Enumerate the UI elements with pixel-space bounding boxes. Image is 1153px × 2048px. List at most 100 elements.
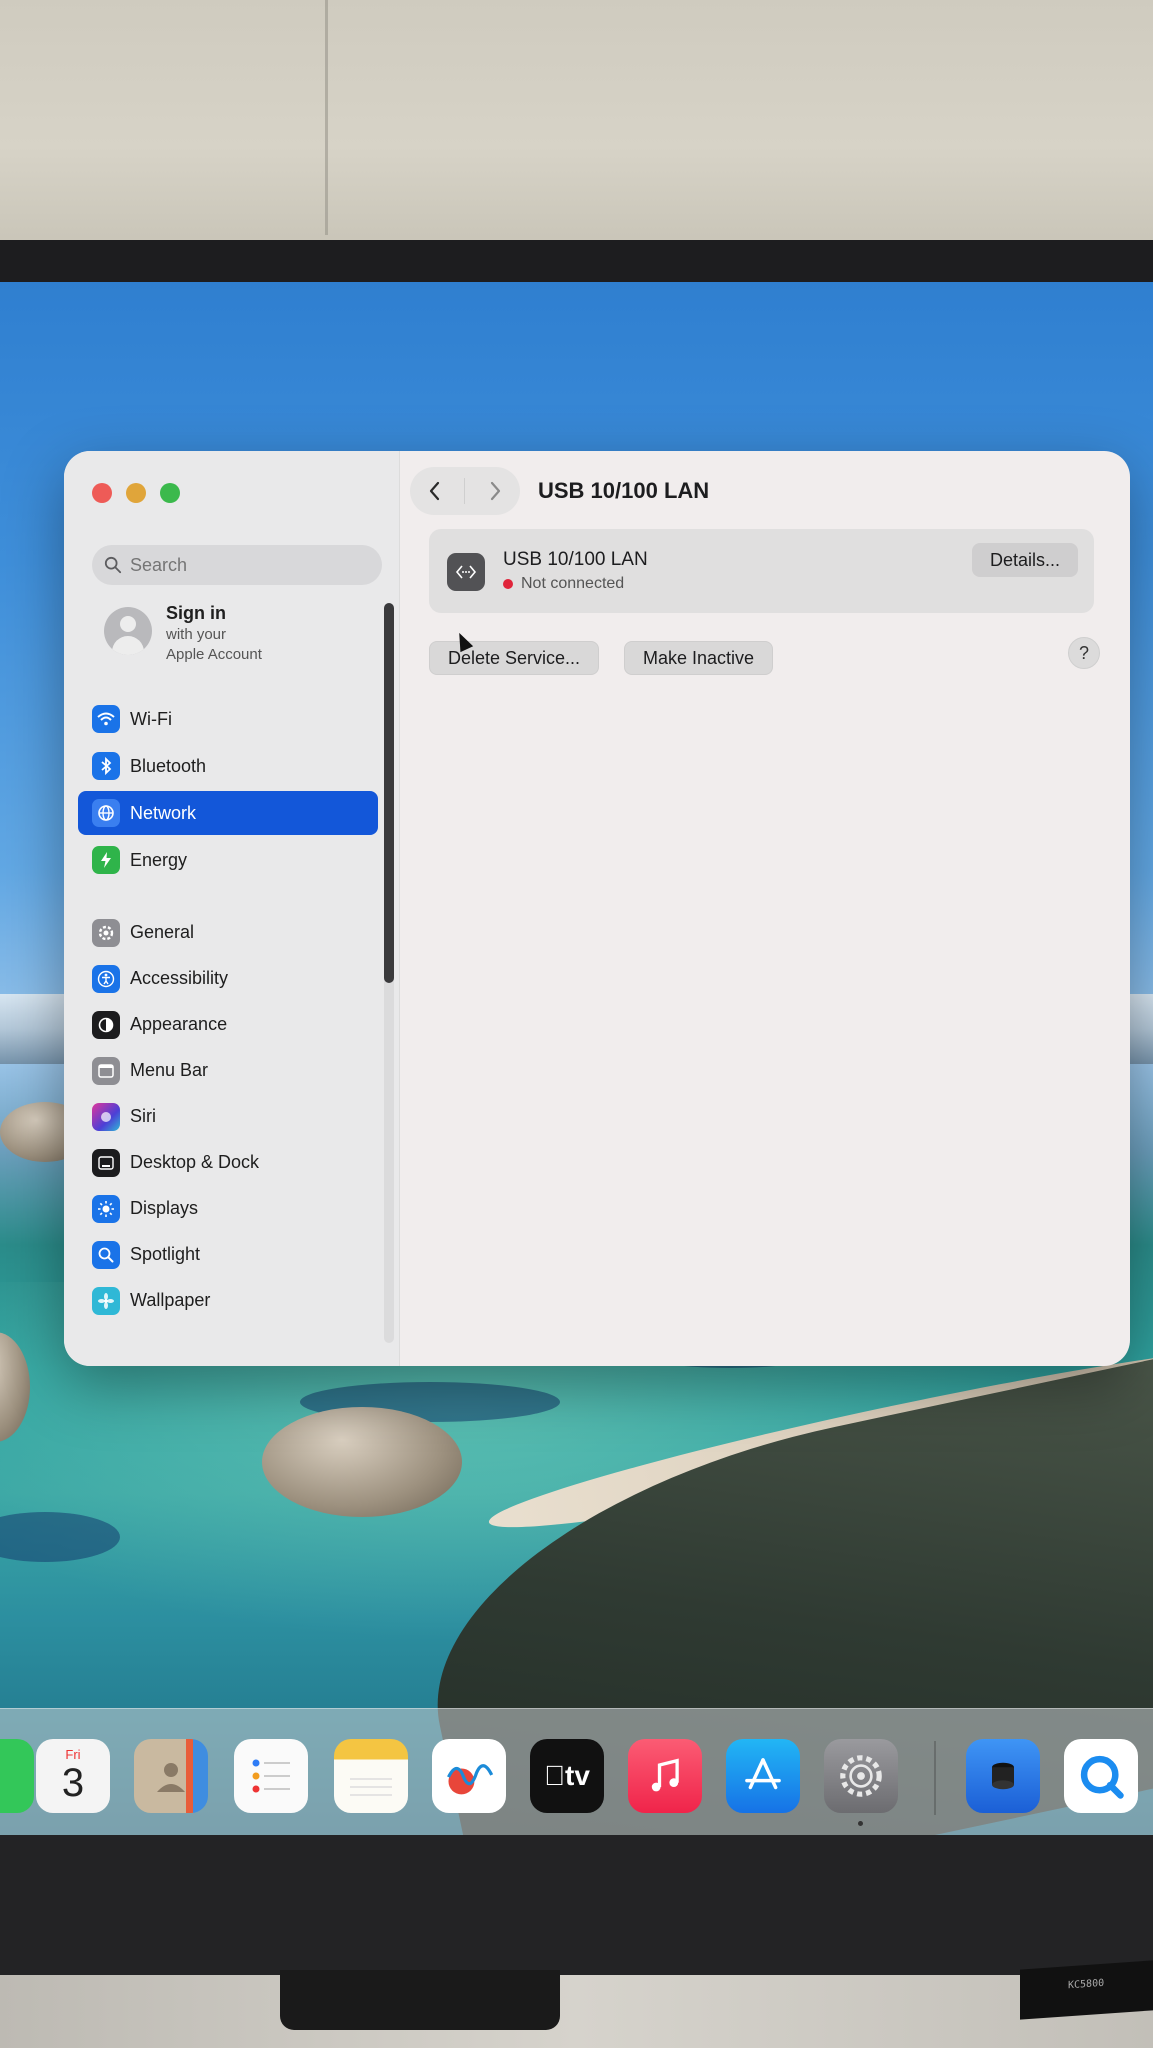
calendar-date: 3 <box>61 1761 85 1805</box>
window-title: USB 10/100 LAN <box>538 478 710 503</box>
sidebar-group-connectivity: Wi-Fi Bluetooth Network Energy <box>78 697 378 885</box>
sidebar-item-displays[interactable]: Displays <box>78 1187 378 1230</box>
help-button[interactable]: ? <box>1068 637 1100 669</box>
sidebar-item-spotlight[interactable]: Spotlight <box>78 1233 378 1276</box>
dock: Fri 3 tv <box>0 1708 1153 1838</box>
account-subtitle-2: Apple Account <box>166 646 262 663</box>
dock-app-app-store[interactable] <box>726 1739 800 1813</box>
menubar-icon <box>92 1056 120 1085</box>
sidebar-item-bluetooth[interactable]: Bluetooth <box>78 744 378 788</box>
account-text: Sign in with your Apple Account <box>166 601 262 665</box>
sidebar: Sign in with your Apple Account Wi-Fi Bl… <box>64 451 400 1366</box>
bolt-icon <box>92 846 120 874</box>
system-settings-window: Sign in with your Apple Account Wi-Fi Bl… <box>64 451 1130 1366</box>
sidebar-item-label: Spotlight <box>130 1244 201 1264</box>
sidebar-group-system: General Accessibility Appearance Menu Ba… <box>78 911 378 1325</box>
sidebar-item-label: Network <box>130 802 197 823</box>
back-button[interactable] <box>415 471 455 511</box>
sidebar-item-label: Menu Bar <box>130 1060 209 1080</box>
freeform-icon <box>447 1764 494 1795</box>
sidebar-item-label: Appearance <box>130 1014 228 1034</box>
monitor-stand <box>280 1970 560 2030</box>
dock-app-quicktime[interactable] <box>1064 1739 1138 1813</box>
make-inactive-button[interactable]: Make Inactive <box>624 641 774 675</box>
sidebar-item-label: General <box>130 922 195 942</box>
sidebar-scroll-thumb[interactable] <box>384 603 394 983</box>
nav-divider <box>464 478 466 504</box>
chevron-right-icon <box>491 481 501 501</box>
sidebar-item-label: Wi-Fi <box>130 708 172 729</box>
dock-app-notes[interactable] <box>334 1739 408 1813</box>
music-note-icon <box>651 1758 679 1792</box>
gear-icon <box>840 1755 882 1797</box>
dock-app-tv[interactable]: tv <box>530 1739 604 1813</box>
bluetooth-icon <box>92 752 120 780</box>
sidebar-item-label: Displays <box>130 1198 199 1218</box>
wall-cable <box>325 0 328 235</box>
gear-icon <box>92 918 120 947</box>
sidebar-item-label: Bluetooth <box>130 755 207 776</box>
sun-icon <box>92 1194 120 1223</box>
dock-app-music[interactable] <box>628 1739 702 1813</box>
service-name: USB 10/100 LAN <box>503 549 648 570</box>
person-icon <box>157 1763 185 1792</box>
sidebar-item-label: Wallpaper <box>130 1290 211 1310</box>
sidebar-item-energy[interactable]: Energy <box>78 838 378 882</box>
sidebar-item-label: Desktop & Dock <box>130 1152 260 1172</box>
history-nav <box>410 467 520 515</box>
sidebar-item-siri[interactable]: Siri <box>78 1095 378 1138</box>
forward-button[interactable] <box>475 471 515 511</box>
sidebar-item-desktop-dock[interactable]: Desktop & Dock <box>78 1141 378 1184</box>
dock-app-calendar[interactable]: Fri 3 <box>36 1739 110 1813</box>
notes-icon <box>350 1778 392 1796</box>
calendar-day: Fri <box>65 1747 81 1762</box>
dock-app-contacts[interactable] <box>134 1739 208 1813</box>
sidebar-item-menu-bar[interactable]: Menu Bar <box>78 1049 378 1092</box>
account-subtitle-1: with your <box>166 626 227 643</box>
delete-service-button[interactable]: Delete Service... <box>429 641 600 675</box>
monitor-bezel-bottom <box>0 1835 1153 1975</box>
dock-separator <box>934 1741 936 1815</box>
desk-surface <box>0 1975 1153 2048</box>
capsule-icon <box>992 1762 1014 1790</box>
wifi-icon <box>92 705 120 733</box>
sidebar-item-network[interactable]: Network <box>78 791 378 835</box>
accessibility-icon <box>92 964 120 993</box>
service-status: Not connected <box>503 575 624 593</box>
zoom-window-button[interactable] <box>160 483 180 503</box>
quicktime-icon <box>1080 1755 1124 1799</box>
tv-label: tv <box>544 1760 590 1791</box>
sidebar-item-wifi[interactable]: Wi-Fi <box>78 697 378 741</box>
account-title: Sign in <box>166 603 226 623</box>
monitor-tag-text: KC5800 <box>1068 1977 1105 1992</box>
sidebar-item-appearance[interactable]: Appearance <box>78 1003 378 1046</box>
dock-app-messages[interactable] <box>0 1739 34 1813</box>
siri-icon <box>92 1102 120 1131</box>
sidebar-item-label: Energy <box>130 849 188 870</box>
magnifier-icon <box>92 1240 120 1269</box>
appearance-icon <box>92 1010 120 1039</box>
dock-app-screen-sharing[interactable] <box>966 1739 1040 1813</box>
sidebar-item-wallpaper[interactable]: Wallpaper <box>78 1279 378 1322</box>
sidebar-item-general[interactable]: General <box>78 911 378 954</box>
sidebar-item-label: Siri <box>130 1106 156 1126</box>
search-field[interactable] <box>92 545 382 585</box>
search-input[interactable] <box>130 554 370 576</box>
sidebar-item-label: Accessibility <box>130 968 229 988</box>
avatar <box>104 607 152 655</box>
dock-app-system-settings[interactable] <box>824 1739 898 1813</box>
service-card: USB 10/100 LAN Not connected Details... <box>429 529 1094 613</box>
minimize-window-button[interactable] <box>126 483 146 503</box>
details-button[interactable]: Details... <box>971 543 1078 577</box>
sidebar-item-accessibility[interactable]: Accessibility <box>78 957 378 1000</box>
running-indicator <box>858 1821 863 1826</box>
apple-account-signin[interactable]: Sign in with your Apple Account <box>104 601 374 681</box>
app-store-icon <box>745 1758 781 1790</box>
dock-app-freeform[interactable] <box>432 1739 506 1813</box>
dock-app-reminders[interactable] <box>234 1739 308 1813</box>
close-window-button[interactable] <box>92 483 112 503</box>
status-text: Not connected <box>521 575 625 592</box>
flower-icon <box>92 1286 120 1315</box>
monitor-bezel-top <box>0 240 1153 282</box>
dock-icon <box>92 1148 120 1177</box>
